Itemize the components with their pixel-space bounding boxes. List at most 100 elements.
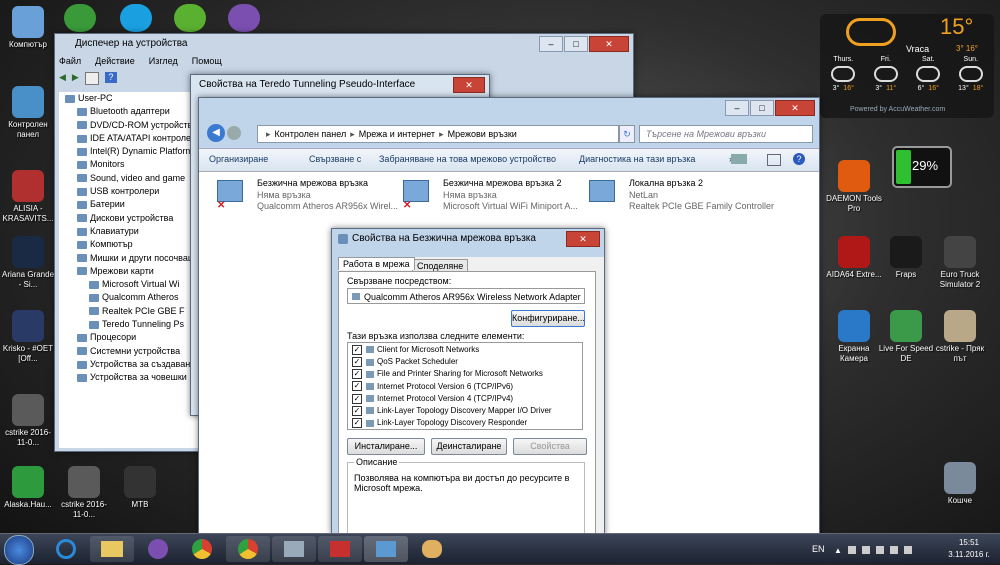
network-adapter[interactable]: ✕ Безжична мрежова връзка Няма връзка Qualc…: [213, 176, 398, 216]
maximize-button[interactable]: □: [750, 100, 774, 116]
desktop-shortcut[interactable]: Alaska.Hau...: [0, 466, 56, 510]
tree-node[interactable]: Процесори: [65, 331, 199, 344]
desktop-shortcut[interactable]: AIDA64 Extre...: [826, 236, 882, 280]
taskbar-toolbox-icon[interactable]: [318, 536, 362, 562]
desktop-shortcut[interactable]: Кошче: [932, 462, 988, 506]
command-button[interactable]: Организиране: [209, 154, 268, 164]
menu-item[interactable]: Файл: [59, 56, 81, 68]
minimize-button[interactable]: –: [725, 100, 749, 116]
tree-node[interactable]: Компютър: [65, 238, 199, 251]
uninstall-button[interactable]: Деинсталиране: [431, 438, 507, 455]
start-button[interactable]: [4, 535, 34, 565]
command-button[interactable]: Диагностика на тази връзка: [579, 154, 695, 164]
install-button[interactable]: Инсталиране...: [347, 438, 425, 455]
desktop-shortcut[interactable]: MTB: [112, 466, 168, 510]
tree-node[interactable]: Устройства за човешки: [65, 371, 199, 384]
tree-node[interactable]: Microsoft Virtual Wi: [65, 278, 199, 291]
desktop-shortcut[interactable]: ALISIA - KRASAVITS...: [0, 170, 56, 224]
taskbar-explorer-icon[interactable]: [90, 536, 134, 562]
network-adapter[interactable]: Локална връзка 2 NetLan Realtek PCIe GBE F…: [585, 176, 774, 216]
tray-volume-icon[interactable]: [875, 546, 884, 554]
tree-node[interactable]: Bluetooth адаптери: [65, 105, 199, 118]
component-checkbox[interactable]: ✓: [352, 393, 362, 404]
weather-gadget[interactable]: 15° Vraca 3° 16° Thurs. 3° 16° Fri. 3° 11° Sat…: [820, 14, 994, 118]
taskbar-ie-icon[interactable]: [44, 536, 88, 562]
taskbar-chrome-window-icon[interactable]: [226, 536, 270, 562]
desktop-shortcut[interactable]: Fraps: [878, 236, 934, 280]
desktop-shortcut[interactable]: Контролен панел: [0, 86, 56, 140]
component-checkbox[interactable]: ✓: [352, 418, 362, 429]
tray-network-icon[interactable]: [903, 546, 912, 554]
tray-app-icon[interactable]: [847, 546, 856, 554]
breadcrumb-item[interactable]: Мрежа и интернет: [359, 129, 435, 139]
desktop-shortcut[interactable]: Krisko - #OET [Off...: [0, 310, 56, 364]
component-item[interactable]: ✓ Link-Layer Topology Discovery Mapper I/…: [352, 405, 578, 417]
component-checkbox[interactable]: ✓: [352, 357, 362, 368]
properties-icon[interactable]: [84, 72, 99, 85]
component-checkbox[interactable]: ✓: [352, 405, 362, 416]
taskbar-device-manager-icon[interactable]: [272, 536, 316, 562]
tree-node[interactable]: Мишки и други посочващи: [65, 252, 199, 265]
forward-icon[interactable]: ▶: [72, 72, 79, 86]
skype-icon[interactable]: [120, 4, 152, 32]
desktop-shortcut[interactable]: cstrike 2016-11-0...: [0, 394, 56, 448]
tree-node[interactable]: Мрежови карти: [65, 265, 199, 278]
component-item[interactable]: ✓ Internet Protocol Version 6 (TCP/IPv6): [352, 381, 578, 393]
taskbar-control-panel-icon[interactable]: [364, 536, 408, 562]
component-item[interactable]: ✓ QoS Packet Scheduler: [352, 356, 578, 368]
tree-node[interactable]: Monitors: [65, 158, 199, 171]
nav-back-button[interactable]: ◀: [207, 124, 225, 142]
close-button[interactable]: ✕: [566, 231, 600, 247]
tray-flag-icon[interactable]: [889, 546, 898, 554]
nav-forward-button[interactable]: [227, 126, 241, 140]
viber-icon[interactable]: [228, 4, 260, 32]
command-button[interactable]: Забраняване на това мрежово устройство: [379, 154, 556, 164]
desktop-shortcut[interactable]: DAEMON Tools Pro: [826, 160, 882, 214]
desktop-shortcut[interactable]: Euro Truck Simulator 2: [932, 236, 988, 290]
close-button[interactable]: ✕: [453, 77, 485, 93]
search-input[interactable]: Търсене на Мрежови връзки: [639, 125, 813, 143]
tray-battery-icon[interactable]: [861, 546, 870, 554]
desktop-shortcut[interactable]: Live For Speed DE: [878, 310, 934, 364]
menu-item[interactable]: Изглед: [149, 56, 178, 68]
tree-node[interactable]: Qualcomm Atheros: [65, 291, 199, 304]
back-icon[interactable]: ◀: [59, 72, 66, 86]
network-adapter[interactable]: ✕ Безжична мрежова връзка 2 Няма връзка Mic…: [399, 176, 579, 216]
help-icon[interactable]: ?: [104, 72, 117, 83]
help-icon[interactable]: ?: [793, 153, 805, 165]
components-list[interactable]: ✓ Client for Microsoft Networks ✓ QoS Packe…: [347, 342, 583, 430]
preview-pane-icon[interactable]: [767, 154, 781, 166]
breadcrumb[interactable]: ▸ Контролен панел ▸ Мрежа и интернет ▸ Мрежов…: [257, 125, 619, 143]
tree-node[interactable]: Intel(R) Dynamic Platform: [65, 145, 199, 158]
component-item[interactable]: ✓ Internet Protocol Version 4 (TCP/IPv4): [352, 393, 578, 405]
desktop-shortcut[interactable]: cstrike 2016-11-0...: [56, 466, 112, 520]
breadcrumb-item[interactable]: Мрежови връзки: [448, 129, 517, 139]
desktop-shortcut[interactable]: Екранна Камера: [826, 310, 882, 364]
close-button[interactable]: ✕: [775, 100, 815, 116]
utorrent-icon[interactable]: [174, 4, 206, 32]
breadcrumb-item[interactable]: Контролен панел: [275, 129, 347, 139]
command-button[interactable]: Свързване с: [309, 154, 361, 164]
wireless-properties-dialog[interactable]: Свойства на Безжична мрежова връзка ✕ Ра…: [331, 228, 605, 536]
component-checkbox[interactable]: ✓: [352, 369, 362, 380]
menu-item[interactable]: Действие: [95, 56, 135, 68]
tree-node[interactable]: Клавиатури: [65, 225, 199, 238]
component-item[interactable]: ✓ Link-Layer Topology Discovery Responder: [352, 417, 578, 429]
tree-node[interactable]: IDE ATA/ATAPI контролери: [65, 132, 199, 145]
desktop-shortcut[interactable]: cstrike - Пряк път: [932, 310, 988, 364]
tree-node[interactable]: Дискови устройства: [65, 212, 199, 225]
properties-button[interactable]: Свойства: [513, 438, 587, 455]
tree-node[interactable]: Realtek PCIe GBE F: [65, 305, 199, 318]
component-checkbox[interactable]: ✓: [352, 381, 362, 392]
refresh-button[interactable]: ↻: [619, 125, 635, 143]
tree-node[interactable]: Sound, video and game: [65, 172, 199, 185]
configure-button[interactable]: Конфигуриране...: [511, 310, 585, 327]
component-checkbox[interactable]: ✓: [352, 344, 362, 355]
desktop-shortcut[interactable]: Компютър: [0, 6, 56, 50]
tab-networking[interactable]: Работа в мрежа: [338, 257, 415, 270]
language-indicator[interactable]: EN: [812, 544, 825, 554]
device-tree[interactable]: User-PC Bluetooth адаптери DVD/CD-ROM устр…: [59, 92, 199, 448]
desktop-shortcut[interactable]: Ariana Grande - Si...: [0, 236, 56, 290]
component-item[interactable]: ✓ Client for Microsoft Networks: [352, 344, 578, 356]
view-options-icon[interactable]: [731, 154, 747, 164]
